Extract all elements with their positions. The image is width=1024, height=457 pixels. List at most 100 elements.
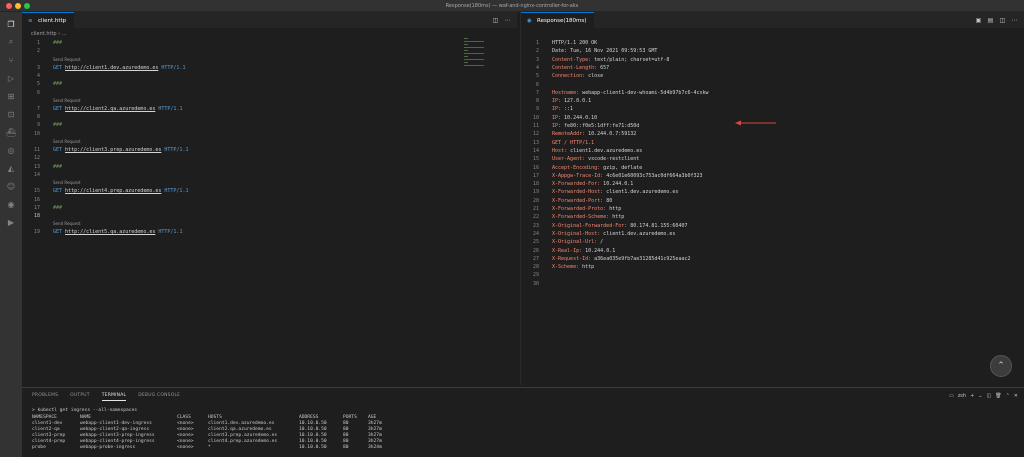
terminal-cell: client1-dev <box>32 421 63 426</box>
request-separator: ### <box>53 40 63 46</box>
close-panel-icon[interactable]: ✕ <box>1014 393 1018 399</box>
minimap[interactable] <box>462 38 502 68</box>
minimap-line <box>464 59 484 60</box>
extensions-icon[interactable]: ⊞ <box>5 90 17 102</box>
http-method: GET <box>53 64 66 71</box>
tab-client-http[interactable]: ≡ client.http <box>22 12 75 28</box>
send-request-codelens[interactable]: Send Request <box>53 98 81 103</box>
github-actions-icon[interactable]: ◉ <box>5 198 17 210</box>
more-actions-icon[interactable]: ⋯ <box>1011 17 1018 24</box>
tab-debug-console[interactable]: DEBUG CONSOLE <box>138 391 180 401</box>
line-number: 13 <box>532 139 539 146</box>
tab-output[interactable]: OUTPUT <box>70 391 90 401</box>
terminal-cell: <none> <box>177 421 194 426</box>
send-request-codelens[interactable]: Send Request <box>53 180 81 185</box>
terminal-cell: client1.dev.azuredemo.es <box>208 421 275 426</box>
response-line: X-Real-Ip: 10.244.0.1 <box>552 248 615 254</box>
shell-label[interactable]: zsh <box>958 393 966 399</box>
code-line: GET http://client2.qa.azuredemo.es HTTP/… <box>53 106 182 112</box>
terminal-cell: <none> <box>177 439 194 444</box>
line-number: 16 <box>532 164 539 171</box>
line-number: 3 <box>36 64 40 71</box>
maximize-panel-icon[interactable]: ⌃ <box>1006 393 1010 399</box>
source-control-icon[interactable]: ⑂ <box>5 54 17 66</box>
github-icon[interactable]: ◎ <box>5 144 17 156</box>
request-url[interactable]: http://client1.dev.azuredemo.es <box>65 65 158 71</box>
code-line: ### <box>53 81 62 87</box>
tab-terminal[interactable]: TERMINAL <box>101 391 127 401</box>
search-icon[interactable]: ⌕ <box>5 36 17 48</box>
http-method: GET <box>53 188 66 195</box>
line-number: 10 <box>532 114 539 121</box>
close-window-button[interactable] <box>6 3 12 9</box>
tab-problems[interactable]: PROBLEMS <box>32 391 58 401</box>
code-line: ### <box>53 205 62 211</box>
minimize-window-button[interactable] <box>15 3 21 9</box>
line-number: 9 <box>535 106 539 113</box>
header-name: Date: <box>552 48 568 55</box>
terminal-cell: webapp-client1-dev-ingress <box>80 421 152 426</box>
terminal-cell: * <box>208 445 211 450</box>
http-file-icon: ≡ <box>28 18 33 24</box>
split-terminal-icon[interactable]: ◫ <box>987 393 992 399</box>
line-number: 3 <box>535 56 539 63</box>
request-url[interactable]: http://client3.prep.azuredemo.es <box>65 147 161 153</box>
request-url[interactable]: http://client4.prep.azuredemo.es <box>65 188 161 194</box>
terminal-cell: 3h27m <box>368 439 382 444</box>
header-value: 10.244.0.7:59132 <box>585 131 637 138</box>
line-number: 25 <box>532 239 539 246</box>
line-number: 15 <box>532 156 539 163</box>
chevron-down-icon[interactable]: ⌄ <box>978 393 982 399</box>
response-line: X-Forwarded-Host: client1.dev.azuredemo.… <box>552 189 678 195</box>
trash-icon[interactable]: 🗑 <box>995 393 1001 399</box>
send-request-codelens[interactable]: Send Request <box>53 57 81 62</box>
docker-icon[interactable]: ⛴ <box>5 126 17 138</box>
save-response-icon[interactable]: ▣ <box>975 17 982 24</box>
minimap-line <box>464 56 468 57</box>
tab-response[interactable]: ◉ Response(180ms) <box>521 12 595 28</box>
remote-explorer-icon[interactable]: ⊡ <box>5 108 17 120</box>
minimap-line <box>464 47 484 48</box>
line-number: 29 <box>532 272 539 279</box>
terminal-cell: 80 <box>343 433 349 438</box>
http-method: GET <box>53 105 66 112</box>
response-line: X-Forwarded-Port: 80 <box>552 198 612 204</box>
line-number: 4 <box>36 72 40 79</box>
more-actions-icon[interactable]: ⋯ <box>504 17 511 24</box>
run-debug-icon[interactable]: ▷ <box>5 72 17 84</box>
header-value: 127.0.0.1 <box>561 98 592 105</box>
split-editor-icon[interactable]: ◫ <box>492 17 499 24</box>
header-value: http <box>579 264 595 271</box>
line-number: 11 <box>33 147 40 153</box>
line-number: 6 <box>36 89 40 96</box>
terminal-cell: webapp-client2-qa-ingress <box>80 427 150 432</box>
files-icon[interactable]: ❐ <box>5 18 17 30</box>
terminal-cell: client2-qa <box>32 427 60 432</box>
line-number: 19 <box>532 189 539 196</box>
header-value: fe80::f0e5:1dff:fe71:d50d <box>561 123 640 129</box>
breadcrumb[interactable]: client.http › ... <box>31 30 67 38</box>
line-number: 6 <box>535 81 539 88</box>
line-number: 5 <box>36 81 40 88</box>
terminal-cell: webapp-probe-ingress <box>80 445 136 450</box>
request-url[interactable]: http://client5.qa.azuredemo.es <box>65 229 155 235</box>
settings-icon[interactable]: ▶ <box>5 216 17 228</box>
line-number: 2 <box>535 48 539 55</box>
new-terminal-icon[interactable]: + <box>970 393 974 399</box>
split-editor-icon[interactable]: ◫ <box>999 17 1006 24</box>
response-icon: ◉ <box>527 18 532 24</box>
terminal-cell: <none> <box>177 445 194 450</box>
save-body-icon[interactable]: ▤ <box>987 17 994 24</box>
request-url[interactable]: http://client2.qa.azuredemo.es <box>65 106 155 112</box>
response-line: X-Forwarded-Proto: http <box>552 206 621 212</box>
send-request-codelens[interactable]: Send Request <box>53 221 81 226</box>
header-value: a36ea035e9fb7ae31285d41c925eaac2 <box>591 255 691 262</box>
scroll-to-top-button[interactable]: ⌃ <box>990 355 1012 377</box>
http-version: HTTP/1.1 <box>158 64 186 71</box>
accounts-icon[interactable]: ☺ <box>5 180 17 192</box>
maximize-window-button[interactable] <box>24 3 30 9</box>
response-line: HTTP/1.1 200 OK <box>552 40 597 46</box>
azure-icon[interactable]: ◭ <box>5 162 17 174</box>
terminal-cell: client4-prep <box>32 439 66 444</box>
send-request-codelens[interactable]: Send Request <box>53 139 81 144</box>
